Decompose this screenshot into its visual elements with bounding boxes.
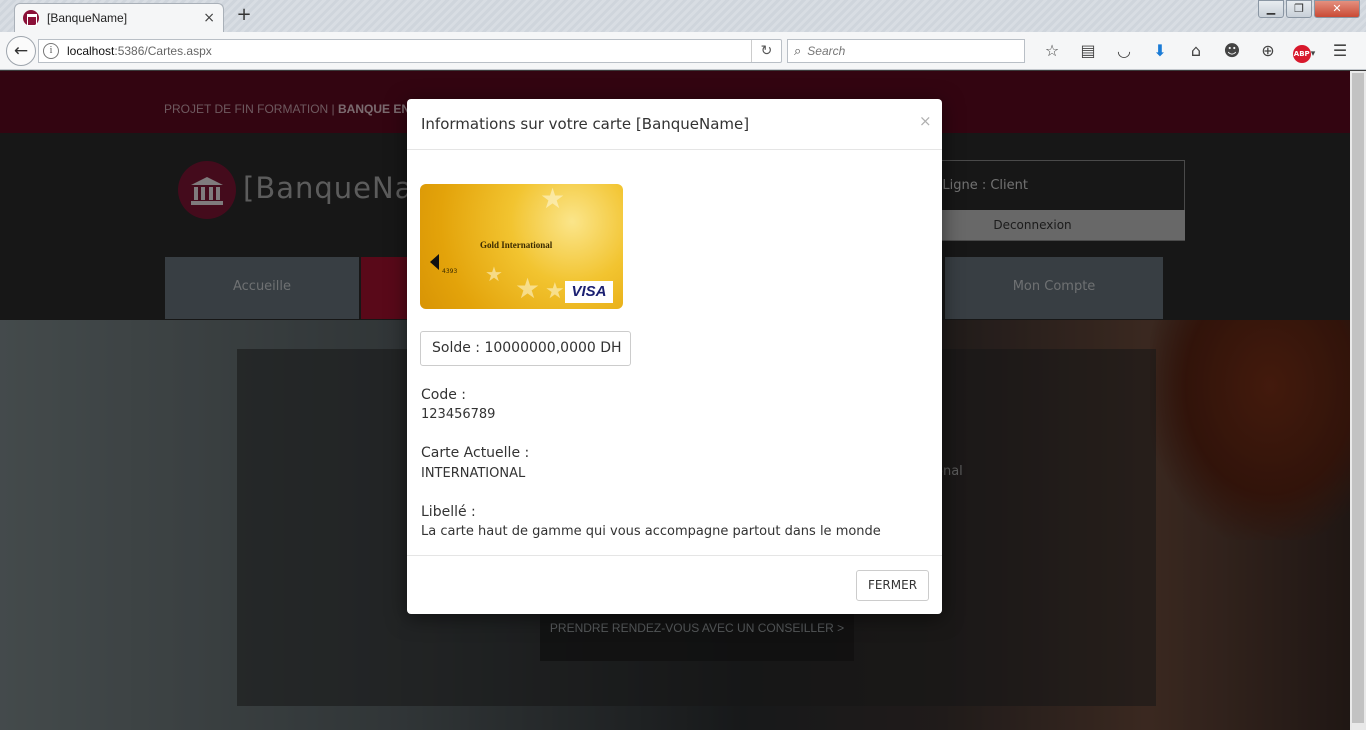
new-tab-button[interactable]: + <box>234 5 254 25</box>
pocket-icon[interactable]: ◡ <box>1106 40 1142 62</box>
scrollbar-thumb[interactable] <box>1352 73 1364 723</box>
site-info-icon[interactable]: i <box>43 43 59 59</box>
fermer-button[interactable]: FERMER <box>856 570 929 601</box>
search-icon: ⌕ <box>794 43 802 59</box>
search-input[interactable]: ⌕ Search <box>787 39 1025 63</box>
globe-icon[interactable]: ⊕ <box>1250 40 1286 62</box>
visa-logo: VISA <box>565 281 613 303</box>
card-star-icon: ★ <box>485 262 503 286</box>
chat-icon[interactable]: ☻ <box>1214 40 1250 62</box>
reading-list-icon[interactable]: ▤ <box>1070 40 1106 62</box>
adblock-icon[interactable]: ABP▾ <box>1286 40 1322 63</box>
modal-title: Informations sur votre carte [BanqueName… <box>421 115 750 133</box>
page-viewport: PROJET DE FIN FORMATION | BANQUE EN [Ban… <box>0 71 1350 730</box>
close-window-button[interactable]: ✕ <box>1314 0 1360 18</box>
libelle-value: La carte haut de gamme qui vous accompag… <box>421 524 881 539</box>
browser-tab[interactable]: [BanqueName] × <box>14 3 224 32</box>
maximize-button[interactable]: ❐ <box>1286 0 1312 18</box>
modal-footer-divider <box>407 555 942 556</box>
reload-icon[interactable]: ↻ <box>751 40 781 62</box>
window-controls: ▁ ❐ ✕ <box>1258 0 1360 20</box>
back-arrow-icon: ← <box>13 41 29 61</box>
carte-value: INTERNATIONAL <box>421 466 526 481</box>
carte-label: Carte Actuelle : <box>421 445 530 461</box>
card-image: ★ ★ ★ ★ Gold International 4393 VISA <box>420 184 623 309</box>
home-icon[interactable]: ⌂ <box>1178 40 1214 62</box>
modal-close-icon[interactable]: × <box>919 112 932 130</box>
url-text: localhost:5386/Cartes.aspx <box>67 44 212 58</box>
bank-favicon-icon <box>23 10 39 26</box>
card-star-icon: ★ <box>515 272 541 305</box>
card-name: Gold International <box>480 240 553 250</box>
libelle-label: Libellé : <box>421 504 476 520</box>
modal-header-divider <box>407 149 942 150</box>
search-placeholder: Search <box>807 44 846 58</box>
url-bar[interactable]: i localhost:5386/Cartes.aspx ↻ <box>38 39 782 63</box>
download-icon[interactable]: ⬇ <box>1142 40 1178 62</box>
card-info-modal: Informations sur votre carte [BanqueName… <box>407 99 942 614</box>
card-star-icon: ★ <box>545 279 565 304</box>
solde-badge: Solde : 10000000,0000 DH <box>420 331 631 366</box>
card-arrow-icon <box>430 254 439 270</box>
card-star-icon: ★ <box>540 184 566 215</box>
code-label: Code : <box>421 387 467 403</box>
tab-title: [BanqueName] <box>47 11 128 25</box>
browser-navbar: ← i localhost:5386/Cartes.aspx ↻ ⌕ Searc… <box>0 32 1366 70</box>
menu-icon[interactable]: ☰ <box>1322 40 1358 62</box>
card-number-fragment: 4393 <box>442 268 458 275</box>
minimize-button[interactable]: ▁ <box>1258 0 1284 18</box>
back-button[interactable]: ← <box>6 36 36 66</box>
bookmark-star-icon[interactable]: ☆ <box>1034 40 1070 62</box>
tab-close-icon[interactable]: × <box>203 10 215 26</box>
code-value: 123456789 <box>421 407 496 422</box>
toolbar-icons: ☆ ▤ ◡ ⬇ ⌂ ☻ ⊕ ABP▾ ☰ <box>1034 40 1358 63</box>
